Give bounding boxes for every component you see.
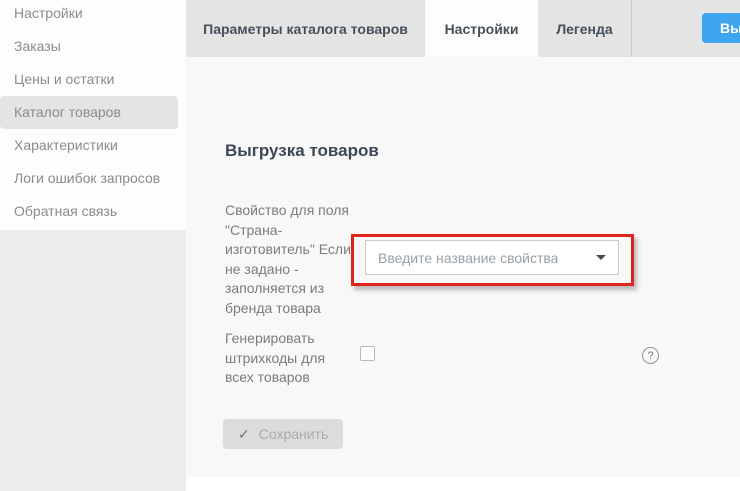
tab-settings[interactable]: Настройки [425,0,538,57]
sidebar-item-product-catalog[interactable]: Каталог товаров [0,96,178,129]
field-label-country-property: Свойство для поля "Страна-изготовитель" … [225,201,369,318]
tab-catalog-params[interactable]: Параметры каталога товаров [186,0,425,57]
sidebar-item-prices-stocks[interactable]: Цены и остатки [0,63,186,96]
content-bottom-strip [186,477,740,491]
chevron-down-icon [596,255,606,260]
barcodes-checkbox[interactable] [360,346,375,361]
sidebar-menu: Настройки Заказы Цены и остатки Каталог … [0,0,186,230]
page-title: Выгрузка товаров [225,141,379,161]
help-icon[interactable]: ? [642,347,659,364]
export-button[interactable]: Выгр [702,13,740,43]
sidebar: Настройки Заказы Цены и остатки Каталог … [0,0,186,491]
property-select-placeholder: Введите название свойства [378,250,558,266]
sidebar-item-feedback[interactable]: Обратная связь [0,195,186,228]
field-label-generate-barcodes: Генерировать штрихкоды для всех товаров [225,329,355,388]
sidebar-item-error-logs[interactable]: Логи ошибок запросов [0,162,186,195]
sidebar-item-settings[interactable]: Настройки [0,0,186,30]
check-icon: ✓ [238,426,250,443]
save-button[interactable]: ✓ Сохранить [223,419,343,449]
save-button-label: Сохранить [259,426,329,442]
tab-legend[interactable]: Легенда [538,0,632,57]
content-panel: Выгрузка товаров Свойство для поля "Стра… [186,57,740,477]
tab-bar: Параметры каталога товаров Настройки Лег… [186,0,740,57]
sidebar-item-orders[interactable]: Заказы [0,30,186,63]
sidebar-item-characteristics[interactable]: Характеристики [0,129,186,162]
property-select[interactable]: Введите название свойства [365,240,619,275]
